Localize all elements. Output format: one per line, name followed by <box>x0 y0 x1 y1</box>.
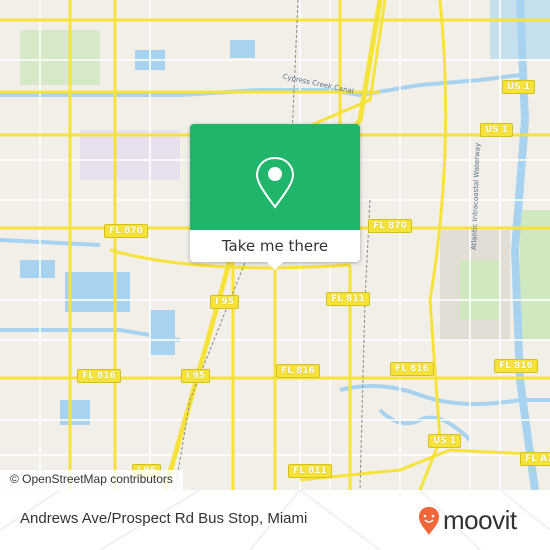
road-shield: US 1 <box>480 123 514 137</box>
park-area <box>460 260 500 320</box>
road-shield: FL 870 <box>368 219 412 233</box>
road-shield: I 95 <box>181 369 211 383</box>
map-pin-icon <box>255 156 295 209</box>
road-shield: FL 811 <box>326 292 370 306</box>
road-shield: US 1 <box>502 80 536 94</box>
map-attribution[interactable]: © OpenStreetMap contributors <box>0 470 183 490</box>
take-me-there-popup[interactable]: Take me there <box>190 124 360 270</box>
road-shield: I 95 <box>210 295 240 309</box>
brand-name: moovit <box>443 505 517 535</box>
road-shield: US 1 <box>428 434 462 448</box>
park-area <box>20 30 100 85</box>
road-shield: FL 816 <box>276 364 320 378</box>
road-shield: FL 870 <box>104 224 148 238</box>
road-shield: FL A1A <box>520 452 550 466</box>
road-shield: FL 816 <box>77 369 121 383</box>
road-shield: FL 816 <box>494 359 538 373</box>
road-shield: FL 816 <box>390 362 434 376</box>
road-shield: FL 811 <box>288 464 332 478</box>
airport-area <box>80 130 180 180</box>
moovit-pin-icon <box>419 506 439 535</box>
popup-header <box>190 124 360 230</box>
stop-name: Andrews Ave/Prospect Rd Bus Stop, Miami <box>20 510 308 527</box>
take-me-there-button[interactable]: Take me there <box>190 230 360 262</box>
popup-pointer <box>267 262 283 270</box>
moovit-logo[interactable]: moovit <box>418 505 517 536</box>
